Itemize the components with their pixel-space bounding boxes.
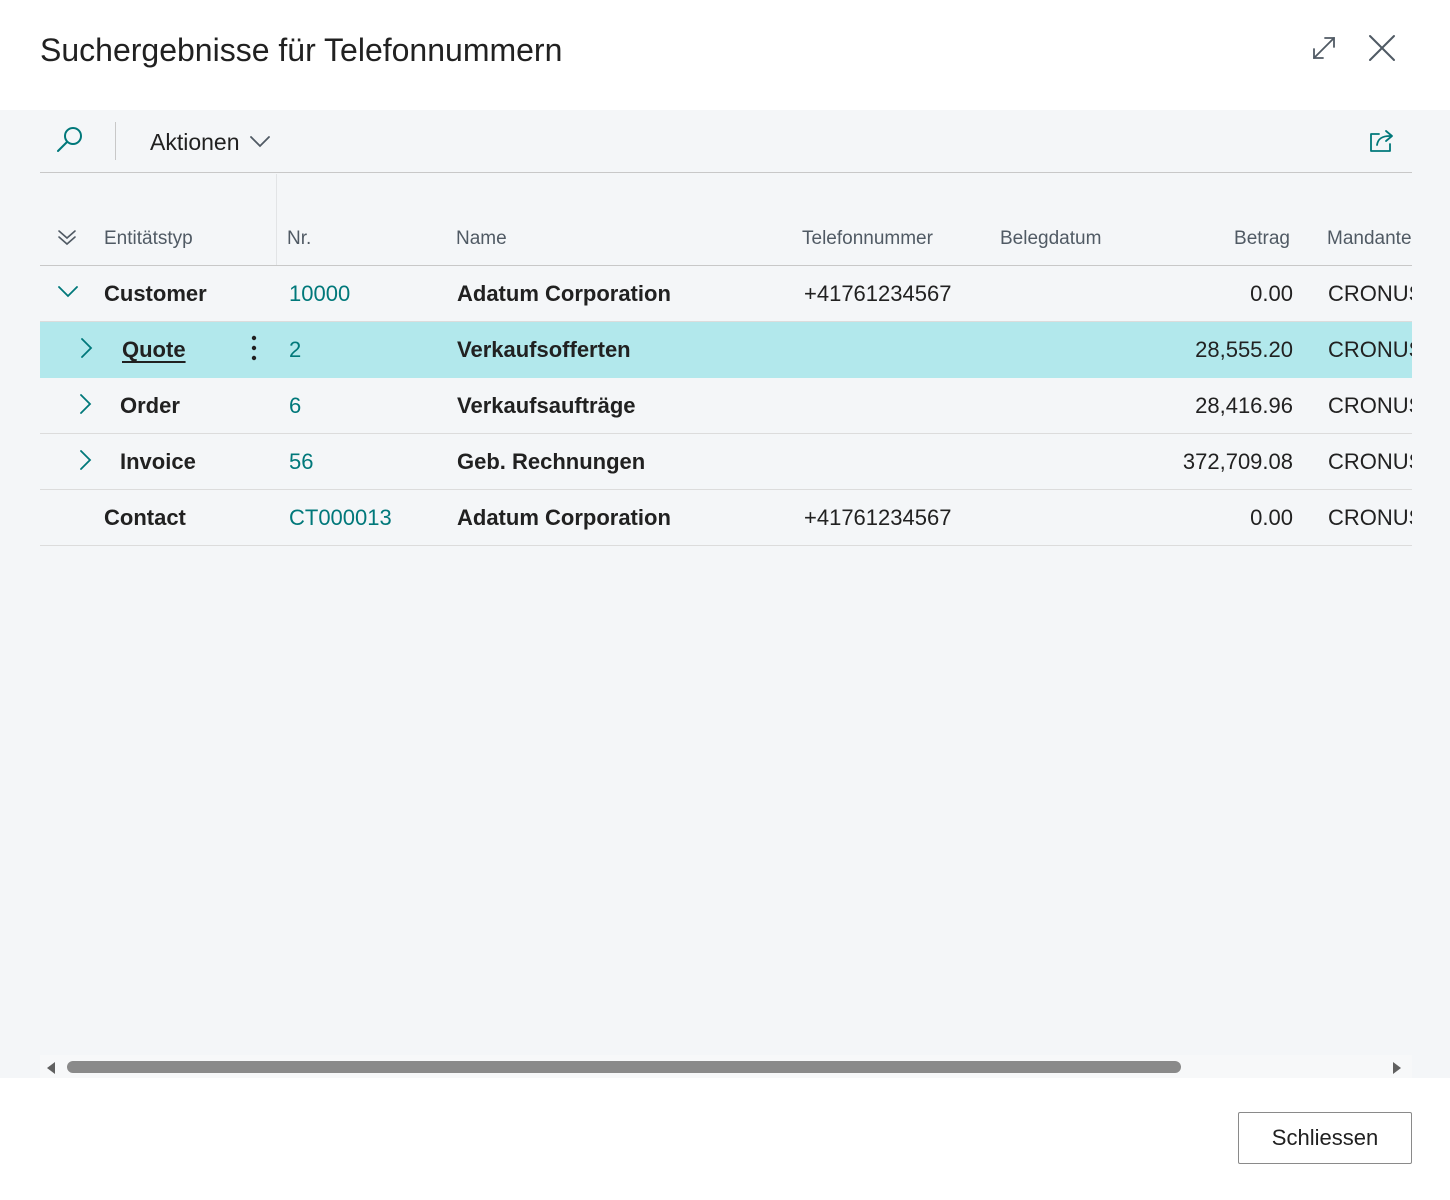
share-icon: [1368, 127, 1396, 158]
column-header-phone[interactable]: Telefonnummer: [802, 228, 982, 250]
column-header-no[interactable]: Nr.: [287, 228, 437, 250]
table-row[interactable]: Order 6 Verkaufsaufträge 28,416.96 CRONU…: [40, 378, 1412, 434]
close-dialog-button[interactable]: [1360, 28, 1404, 72]
cell-name: Adatum Corporation: [457, 281, 671, 306]
cell-no-link[interactable]: CT000013: [289, 505, 439, 531]
cell-amount: 372,709.08: [1182, 449, 1293, 474]
row-collapse-button[interactable]: [57, 282, 79, 306]
cell-entity-type[interactable]: Quote: [122, 337, 232, 363]
cell-company: CRONUS: [1328, 393, 1412, 418]
chevron-down-icon: [249, 135, 270, 153]
search-icon: [55, 125, 85, 160]
row-expand-button[interactable]: [75, 393, 97, 419]
column-header-name[interactable]: Name: [456, 228, 776, 250]
cell-no-link[interactable]: 6: [289, 393, 439, 419]
table-row[interactable]: Customer 10000 Adatum Corporation +41761…: [40, 266, 1412, 322]
cell-company: CRONUS: [1328, 281, 1412, 306]
action-bar: Aktionen: [40, 110, 1412, 173]
dialog-title: Suchergebnisse für Telefonnummern: [40, 32, 563, 68]
more-vertical-icon: [251, 335, 257, 366]
cell-phone: +41761234567: [804, 505, 952, 530]
cell-name: Geb. Rechnungen: [457, 449, 646, 474]
grid-header: Entitätstyp Nr. Name Telefonnummer Beleg…: [40, 208, 1412, 266]
close-button[interactable]: Schliessen: [1238, 1112, 1412, 1164]
column-header-amount[interactable]: Betrag: [1170, 228, 1290, 250]
dialog-header: Suchergebnisse für Telefonnummern: [0, 0, 1450, 110]
row-actions-button[interactable]: [246, 334, 262, 366]
cell-amount: 28,555.20: [1195, 337, 1293, 362]
cell-amount: 28,416.96: [1195, 393, 1293, 418]
cell-name: Verkaufsaufträge: [457, 393, 636, 418]
cell-company: CRONUS: [1328, 449, 1412, 474]
double-chevron-down-icon: [56, 226, 78, 253]
table-row[interactable]: Invoice 56 Geb. Rechnungen 372,709.08 CR…: [40, 434, 1412, 490]
cell-no-link[interactable]: 10000: [289, 281, 439, 307]
results-grid: Entitätstyp Nr. Name Telefonnummer Beleg…: [40, 208, 1412, 658]
scroll-right-arrow-icon[interactable]: [1392, 1061, 1402, 1079]
column-header-company[interactable]: Mandantenname: [1327, 228, 1412, 250]
chevron-right-icon: [80, 393, 92, 419]
search-button[interactable]: [50, 124, 90, 160]
expand-button[interactable]: [1302, 28, 1346, 72]
cell-no-link[interactable]: 56: [289, 449, 439, 475]
cell-company: CRONUS: [1328, 337, 1412, 362]
chevron-right-icon: [81, 337, 93, 363]
scroll-left-arrow-icon[interactable]: [46, 1061, 56, 1079]
dialog-footer: Schliessen: [0, 1078, 1450, 1200]
column-header-entity-type[interactable]: Entitätstyp: [104, 228, 274, 250]
table-row[interactable]: Contact CT000013 Adatum Corporation +417…: [40, 490, 1412, 546]
row-expand-button[interactable]: [75, 449, 97, 475]
table-row-selected[interactable]: Quote 2 Verkaufsofferten 28,555.20 CRONU…: [40, 322, 1412, 378]
cell-no-link[interactable]: 2: [289, 337, 439, 363]
column-header-doc-date[interactable]: Belegdatum: [1000, 228, 1160, 250]
cell-entity-type: Contact: [104, 505, 186, 530]
cell-phone: +41761234567: [804, 281, 952, 306]
cell-entity-type: Customer: [104, 281, 207, 306]
cell-name: Adatum Corporation: [457, 505, 671, 530]
actions-menu-label: Aktionen: [150, 128, 240, 155]
row-expand-button[interactable]: [76, 337, 98, 363]
scrollbar-thumb[interactable]: [67, 1061, 1181, 1073]
dialog-content: Aktionen Entitätstyp Nr. Name Telefonnum…: [0, 110, 1450, 1079]
cell-name: Verkaufsofferten: [457, 337, 631, 362]
collapse-all-button[interactable]: [54, 226, 80, 252]
close-icon: [1367, 33, 1397, 68]
horizontal-scrollbar[interactable]: [40, 1055, 1412, 1079]
chevron-right-icon: [80, 449, 92, 475]
action-bar-divider: [115, 122, 116, 160]
share-button[interactable]: [1362, 124, 1402, 160]
cell-company: CRONUS: [1328, 505, 1412, 530]
expand-icon: [1310, 34, 1338, 67]
actions-menu[interactable]: Aktionen: [150, 126, 270, 158]
cell-amount: 0.00: [1250, 281, 1293, 306]
cell-entity-type: Invoice: [120, 449, 196, 474]
cell-entity-type: Order: [120, 393, 180, 418]
chevron-down-icon: [58, 285, 78, 303]
cell-amount: 0.00: [1250, 505, 1293, 530]
